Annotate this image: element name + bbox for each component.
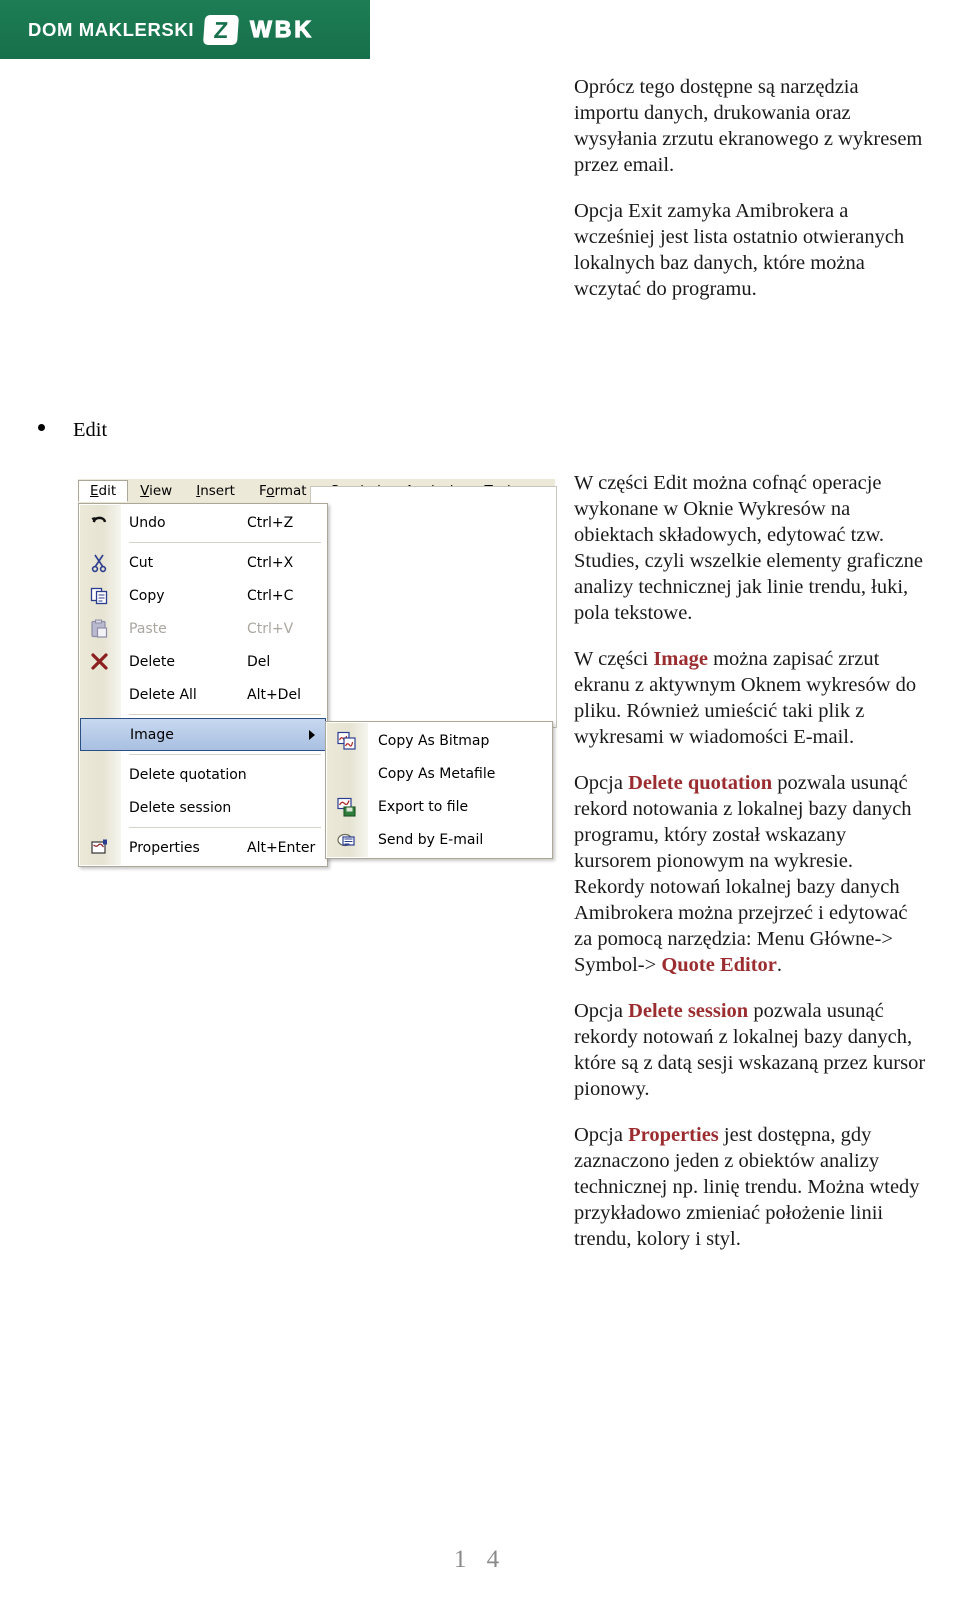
submenu-item-label: Send by E-mail: [378, 831, 484, 848]
menu-item-delete-quotation[interactable]: Delete quotation: [79, 758, 327, 791]
menubar-item-edit[interactable]: Edit: [78, 480, 129, 502]
menubar-item-view[interactable]: View: [128, 480, 184, 502]
submenu-item-label: Export to file: [378, 798, 469, 815]
menu-item-properties[interactable]: Properties Alt+Enter: [79, 831, 327, 864]
copy-icon: [87, 583, 113, 609]
menu-separator: [129, 542, 321, 543]
menu-item-delete-session[interactable]: Delete session: [79, 791, 327, 824]
menu-item-label: Delete quotation: [129, 766, 247, 783]
mail-icon: [334, 827, 360, 853]
p3-post: .: [776, 954, 783, 976]
keyword-delete-quotation: Delete quotation: [628, 772, 773, 794]
menu-separator: [129, 714, 321, 715]
bullet-label-edit: Edit: [73, 419, 108, 441]
copy-bitmap-icon: [334, 728, 360, 754]
menu-item-label: Delete session: [129, 799, 232, 816]
menu-item-delete[interactable]: Delete Del: [79, 645, 327, 678]
keyword-delete-session: Delete session: [628, 1000, 749, 1022]
menubar-item-format[interactable]: Format: [247, 480, 319, 502]
undo-icon: [87, 510, 113, 536]
menu-item-shortcut: Ctrl+Z: [247, 514, 294, 531]
keyword-image: Image: [653, 648, 708, 670]
export-file-icon: [334, 794, 360, 820]
bullet-item-edit: Edit: [38, 419, 107, 442]
menu-item-label: Undo: [129, 514, 166, 531]
chart-window-frame: [310, 486, 557, 728]
edit-desc-paragraph-1: W części Edit można cofnąć operacje wyko…: [574, 472, 923, 624]
brand-banner: DOM MAKLERSKI Z WBK: [0, 0, 370, 59]
menu-item-delete-all[interactable]: Delete All Alt+Del: [79, 678, 327, 711]
p4-pre: Opcja: [574, 1000, 629, 1022]
submenu-item-copy-as-metafile[interactable]: Copy As Metafile: [326, 757, 552, 790]
menu-item-label: Properties: [129, 839, 200, 856]
paste-icon: [87, 616, 113, 642]
image-submenu: Copy As Bitmap Copy As Metafile Export to …: [325, 721, 553, 859]
menu-item-shortcut: Alt+Del: [247, 686, 301, 703]
p3-mid: pozwala usunąć rekord notowania z lokaln…: [574, 772, 912, 976]
edit-desc-paragraph-5: Opcja Properties jest dostępna, gdy zazn…: [574, 1122, 926, 1252]
edit-description-block: W części Edit można cofnąć operacje wyko…: [574, 470, 926, 1272]
menu-item-paste: Paste Ctrl+V: [79, 612, 327, 645]
brand-logo-mark: Z: [203, 14, 240, 45]
submenu-arrow-icon: [309, 729, 315, 740]
menu-item-shortcut: Ctrl+C: [247, 587, 294, 604]
p3-pre: Opcja: [574, 772, 629, 794]
menu-item-image[interactable]: Image: [80, 718, 326, 751]
intro-text-block: Oprócz tego dostępne są narzędzia import…: [574, 74, 926, 322]
keyword-quote-editor: Quote Editor: [661, 954, 777, 976]
edit-desc-paragraph-3: Opcja Delete quotation pozwala usunąć re…: [574, 770, 926, 978]
menubar-item-insert[interactable]: Insert: [184, 480, 247, 502]
intro-paragraph-2: Opcja Exit zamyka Amibrokera a wcześniej…: [574, 200, 905, 300]
menu-item-label: Cut: [129, 554, 154, 571]
menu-separator: [129, 754, 321, 755]
p2-pre: W części: [574, 648, 654, 670]
menu-item-shortcut: Alt+Enter: [247, 839, 316, 856]
menu-item-shortcut: Ctrl+V: [247, 620, 294, 637]
brand-name: DOM MAKLERSKI: [28, 18, 195, 40]
brand-sub-name: WBK: [249, 15, 315, 42]
p5-pre: Opcja: [574, 1124, 629, 1146]
submenu-item-copy-as-bitmap[interactable]: Copy As Bitmap: [326, 724, 552, 757]
intro-paragraph-1: Oprócz tego dostępne są narzędzia import…: [574, 76, 923, 176]
properties-icon: [87, 835, 113, 861]
edit-desc-paragraph-2: W części Image można zapisać zrzut ekran…: [574, 646, 926, 750]
submenu-item-label: Copy As Metafile: [378, 765, 496, 782]
bullet-dot-icon: [38, 424, 45, 431]
menu-item-shortcut: Ctrl+X: [247, 554, 294, 571]
keyword-properties: Properties: [628, 1124, 719, 1146]
menu-separator: [129, 827, 321, 828]
menu-item-label: Image: [130, 726, 174, 743]
edit-dropdown-menu: Undo Ctrl+Z Cut Ctrl+X Copy Ctrl+C Paste Ctrl+V…: [78, 503, 328, 867]
menu-item-copy[interactable]: Copy Ctrl+C: [79, 579, 327, 612]
menu-item-label: Copy: [129, 587, 165, 604]
menu-item-label: Delete All: [129, 686, 197, 703]
menu-item-cut[interactable]: Cut Ctrl+X: [79, 546, 327, 579]
menu-item-shortcut: Del: [247, 653, 271, 670]
menu-item-undo[interactable]: Undo Ctrl+Z: [79, 506, 327, 539]
menu-item-label: Delete: [129, 653, 175, 670]
submenu-item-send-by-e-mail[interactable]: Send by E-mail: [326, 823, 552, 856]
edit-desc-paragraph-4: Opcja Delete session pozwala usunąć reko…: [574, 998, 926, 1102]
page-number: 1 4: [453, 1546, 507, 1573]
menu-item-label: Paste: [129, 620, 167, 637]
submenu-item-export-to-file[interactable]: Export to file: [326, 790, 552, 823]
delete-x-icon: [87, 649, 113, 675]
scissors-icon: [87, 550, 113, 576]
submenu-item-label: Copy As Bitmap: [378, 732, 490, 749]
